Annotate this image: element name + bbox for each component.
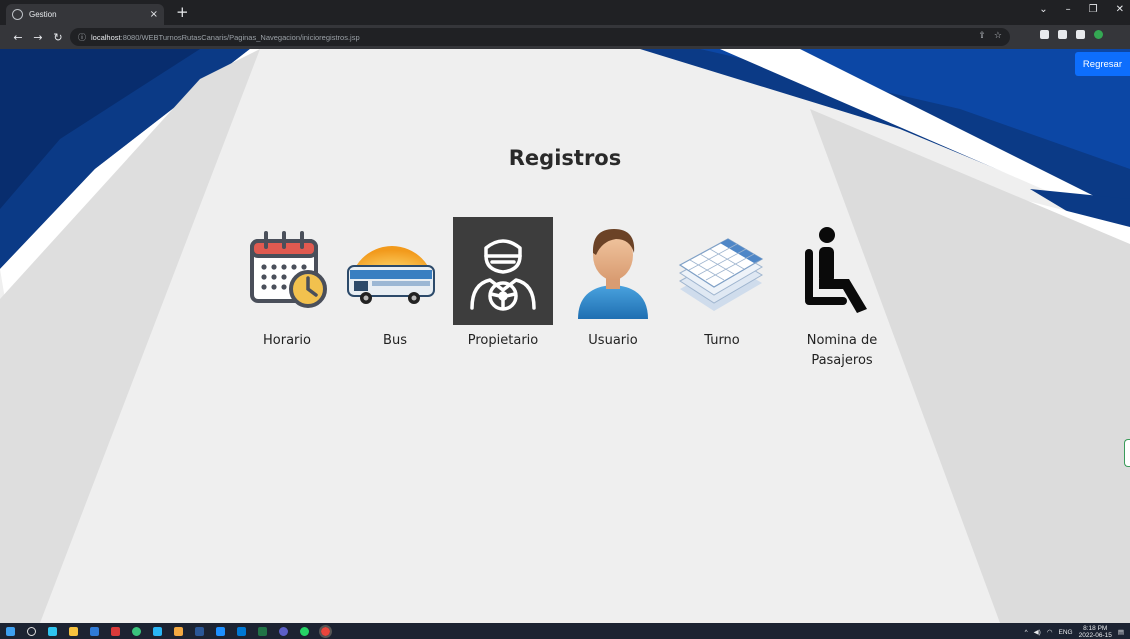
chevron-down-icon[interactable]: ⌄	[1039, 4, 1047, 15]
search-icon[interactable]	[27, 626, 36, 636]
windows-start-icon[interactable]	[6, 626, 15, 636]
propietario-tile[interactable]	[453, 217, 553, 325]
page-viewport: Regresar Registros Horario Bus Propietar…	[0, 49, 1130, 623]
extension-icons	[1040, 30, 1103, 39]
chrome-icon[interactable]	[319, 624, 332, 638]
usuario-tile[interactable]	[563, 217, 663, 325]
forward-arrow-icon[interactable]: →	[28, 31, 48, 44]
file-explorer-icon[interactable]	[69, 626, 78, 636]
speaker-icon[interactable]: ◀)	[1034, 628, 1041, 636]
app-icon[interactable]	[237, 626, 246, 636]
turno-label[interactable]: Turno	[667, 331, 777, 351]
tab-title: Gestion	[29, 10, 57, 19]
sidebar-icon[interactable]	[1076, 30, 1085, 39]
app-icon[interactable]	[174, 626, 183, 636]
profile-avatar[interactable]	[1094, 30, 1103, 39]
horario-label[interactable]: Horario	[232, 331, 342, 351]
share-icon[interactable]: ⇪	[978, 31, 986, 41]
bookmark-star-icon[interactable]: ☆	[994, 31, 1002, 41]
nomina-pasajeros-label[interactable]: Nomina de Pasajeros	[787, 331, 897, 371]
restore-icon[interactable]: ❐	[1089, 4, 1098, 15]
taskbar: ^ ◀) ◠ ENG 8:18 PM 2022-06-15 ▤	[0, 623, 1130, 639]
vscode-icon[interactable]	[153, 626, 162, 636]
app-icon[interactable]	[195, 626, 204, 636]
bus-tile[interactable]	[342, 217, 442, 325]
nomina-pasajeros-tile[interactable]	[782, 217, 882, 325]
address-bar[interactable]: ⓘ localhost :8080/WEBTurnosRutasCanaris/…	[70, 28, 1010, 46]
seated-passenger-icon	[805, 227, 867, 313]
language-indicator[interactable]: ENG	[1059, 629, 1073, 636]
calendar-clock-icon	[250, 231, 327, 308]
bus-icon	[347, 246, 435, 304]
globe-icon	[12, 9, 23, 20]
close-tab-icon[interactable]: ×	[150, 9, 158, 20]
horario-tile[interactable]	[237, 217, 337, 325]
opera-icon[interactable]	[111, 626, 120, 636]
turno-tile[interactable]	[670, 217, 770, 325]
wifi-icon[interactable]: ◠	[1047, 628, 1053, 636]
info-icon[interactable]: ⓘ	[78, 32, 86, 43]
minimize-icon[interactable]: –	[1066, 4, 1071, 15]
propietario-label[interactable]: Propietario	[448, 331, 558, 351]
browser-toolbar: ← → ↻ ⓘ localhost :8080/WEBTurnosRutasCa…	[0, 25, 1130, 49]
url-path: :8080/WEBTurnosRutasCanaris/Paginas_Nave…	[120, 32, 360, 42]
notifications-icon[interactable]: ▤	[1118, 628, 1124, 636]
url-host: localhost	[91, 32, 121, 42]
side-panel-handle[interactable]	[1124, 439, 1130, 467]
clock-time: 8:18 PM	[1083, 625, 1108, 632]
bus-label[interactable]: Bus	[340, 331, 450, 351]
app-icon[interactable]	[279, 626, 288, 636]
spreadsheet-icon	[678, 238, 764, 311]
window-controls: ⌄ – ❐ ✕	[1039, 4, 1124, 15]
close-window-icon[interactable]: ✕	[1116, 4, 1124, 15]
clock-date: 2022-06-15	[1078, 632, 1112, 639]
new-tab-button[interactable]: +	[176, 4, 189, 20]
extension-icon[interactable]	[1040, 30, 1049, 39]
browser-tab[interactable]: Gestion ×	[6, 4, 164, 25]
app-icon[interactable]	[132, 626, 141, 636]
app-icon[interactable]	[216, 626, 225, 636]
clock[interactable]: 8:18 PM 2022-06-15	[1079, 625, 1112, 639]
back-arrow-icon[interactable]: ←	[8, 31, 28, 44]
store-icon[interactable]	[90, 626, 99, 636]
reload-icon[interactable]: ↻	[48, 31, 68, 44]
puzzle-icon[interactable]	[1058, 30, 1067, 39]
regresar-button[interactable]: Regresar	[1074, 52, 1130, 76]
whatsapp-icon[interactable]	[300, 626, 309, 636]
system-tray: ^ ◀) ◠ ENG 8:18 PM 2022-06-15 ▤	[1025, 625, 1124, 639]
usuario-label[interactable]: Usuario	[558, 331, 668, 351]
edge-icon[interactable]	[48, 626, 57, 636]
driver-icon	[470, 239, 536, 311]
user-icon	[578, 229, 648, 319]
browser-tabstrip: Gestion × + ⌄ – ❐ ✕	[0, 0, 1130, 25]
excel-icon[interactable]	[258, 626, 267, 636]
page-title: Registros	[508, 146, 622, 170]
chevron-up-icon[interactable]: ^	[1025, 629, 1028, 636]
